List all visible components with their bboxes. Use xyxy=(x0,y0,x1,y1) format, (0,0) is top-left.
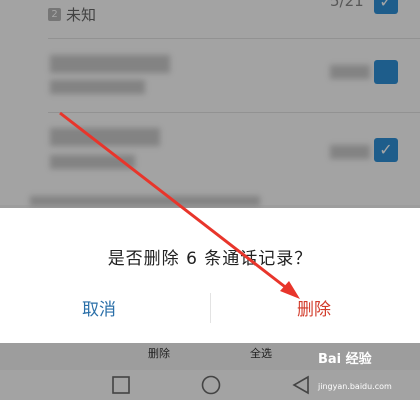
annotation-arrow-icon xyxy=(59,111,300,299)
call-log-screen: 2 未知 5/21 ✓ ✓ 是否删除 6 条通话记录？ 取消 删除 删除 全选 xyxy=(0,0,420,400)
